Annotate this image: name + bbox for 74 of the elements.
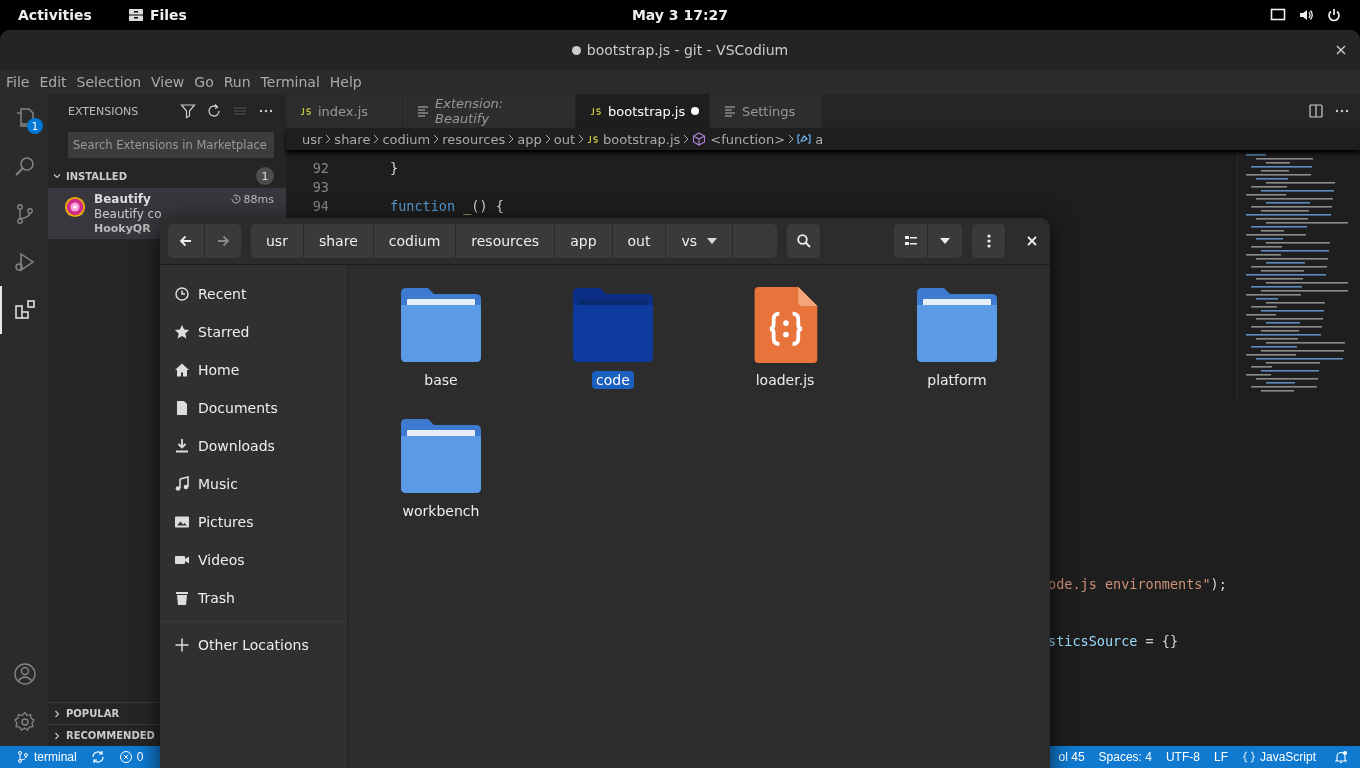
editor-tab[interactable]: index.js [286, 94, 403, 128]
sidebar-item[interactable]: Recent [160, 275, 347, 313]
sidebar-item[interactable]: Trash [160, 579, 347, 617]
section-header[interactable]: INSTALLED 1 [48, 164, 286, 188]
panel-title: EXTENSIONS [68, 104, 139, 118]
code-line: sticsSource = {} [1048, 632, 1180, 651]
section-label: INSTALLED [66, 170, 127, 182]
code-line: } [389, 159, 399, 176]
code-line: ode.js environments"); [1048, 575, 1227, 594]
path-button[interactable]: usr [251, 224, 304, 258]
path-button[interactable]: app [555, 224, 613, 258]
breadcrumb-item[interactable]: app [517, 131, 542, 147]
breadcrumb-item[interactable]: codium [382, 131, 431, 147]
menu-item[interactable]: View [151, 74, 191, 90]
section-label: RECOMMENDED [66, 730, 155, 741]
sidebar-item[interactable]: Starred [160, 313, 347, 351]
clock[interactable]: May 3 17:27 [631, 7, 729, 23]
sidebar-item[interactable]: Downloads [160, 427, 347, 465]
section-label: POPULAR [66, 708, 120, 719]
activity-bar-item[interactable]: 1 [0, 94, 48, 142]
breadcrumb-item[interactable]: bootstrap.js [587, 131, 681, 147]
code-line: function _() { [389, 197, 504, 214]
app-menu[interactable]: Files [127, 7, 187, 23]
line-number: 93 [311, 178, 329, 195]
extension-name: Beautify [94, 192, 151, 206]
sidebar-item[interactable]: Music [160, 465, 347, 503]
status-item[interactable]: ol 45 [1058, 750, 1085, 764]
folder-tile[interactable]: base [355, 287, 527, 418]
folder-tile[interactable]: code [527, 287, 699, 418]
path-button[interactable]: codium [373, 224, 457, 258]
menu-item[interactable]: File [6, 74, 36, 90]
menu-item[interactable]: Go [194, 74, 220, 90]
branch-status[interactable]: terminal [16, 750, 77, 764]
sidebar-item[interactable]: Pictures [160, 503, 347, 541]
extension-publisher: HookyQR [94, 222, 152, 235]
sidebar-item[interactable]: Other Locations [160, 626, 347, 664]
extension-description: Beautify co [94, 207, 163, 221]
activation-time: 88ms [243, 192, 274, 206]
status-item[interactable]: Spaces: 4 [1098, 750, 1152, 764]
breadcrumb-item[interactable]: a [797, 131, 824, 147]
menu-item[interactable]: Selection [76, 74, 148, 90]
window-title: bootstrap.js - git - VSCodium [586, 42, 789, 58]
count-badge: 1 [256, 167, 274, 185]
menu-item[interactable]: Terminal [260, 74, 326, 90]
path-button[interactable]: share [303, 224, 374, 258]
sidebar-item[interactable]: Home [160, 351, 347, 389]
menu-item[interactable]: Run [223, 74, 257, 90]
status-item[interactable]: LF [1213, 750, 1228, 764]
menu-item[interactable]: Edit [39, 74, 73, 90]
errors-status[interactable]: 0 [118, 750, 144, 764]
path-button[interactable]: vs [666, 224, 734, 258]
editor-tab[interactable]: Settings [710, 94, 823, 128]
line-number: 94 [311, 197, 329, 214]
breadcrumb-item[interactable]: resources [442, 131, 506, 147]
count-badge: 1 [27, 118, 43, 134]
script-tile[interactable]: loader.js [699, 287, 871, 418]
language-status[interactable]: JavaScript [1241, 750, 1316, 764]
editor-tab[interactable]: bootstrap.js [576, 94, 710, 128]
sidebar-item[interactable]: Videos [160, 541, 347, 579]
sidebar-item[interactable]: Documents [160, 389, 347, 427]
activities-button[interactable]: Activities [18, 7, 92, 23]
breadcrumb-item[interactable]: usr [302, 131, 323, 147]
breadcrumb-item[interactable]: <function> [692, 131, 786, 147]
editor-tab[interactable]: Extension: Beautify [403, 94, 576, 128]
path-button[interactable]: out [612, 224, 667, 258]
breadcrumb-item[interactable]: share [334, 131, 371, 147]
folder-tile[interactable]: workbench [355, 418, 527, 549]
path-button[interactable]: resources [456, 224, 556, 258]
menu-item[interactable]: Help [329, 74, 368, 90]
search-field[interactable]: Search Extensions in Marketplace [68, 132, 274, 158]
folder-tile[interactable]: platform [871, 287, 1043, 418]
breadcrumb-item[interactable]: out [553, 131, 576, 147]
status-item[interactable]: UTF-8 [1165, 750, 1200, 764]
line-number: 92 [311, 159, 329, 176]
